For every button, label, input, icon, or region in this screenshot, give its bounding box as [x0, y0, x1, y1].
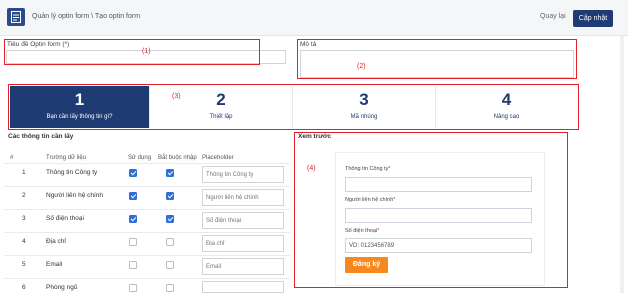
- row-divider: [4, 209, 290, 210]
- placeholder-input[interactable]: Địa chỉ: [202, 235, 284, 252]
- placeholder-input[interactable]: Số điện thoại: [202, 212, 284, 229]
- top-bar: Quản lý optin form \ Tạo optin form Quay…: [0, 0, 628, 36]
- placeholder-input[interactable]: Người liên hệ chính: [202, 189, 284, 206]
- row-field-name: Phòng ngủ: [46, 284, 78, 291]
- use-checkbox[interactable]: [129, 261, 137, 269]
- row-index: 5: [22, 261, 26, 268]
- required-checkbox[interactable]: [166, 284, 174, 292]
- annotation-label-2: (2): [357, 63, 366, 70]
- row-field-name: Thông tin Công ty: [46, 169, 98, 176]
- annotation-label-3: (3): [172, 93, 181, 100]
- required-checkbox[interactable]: [166, 192, 174, 200]
- annotation-box-1: [4, 39, 260, 65]
- placeholder-input[interactable]: [202, 281, 284, 293]
- use-checkbox[interactable]: [129, 192, 137, 200]
- update-button[interactable]: Cập nhật: [573, 10, 613, 27]
- annotation-label-4: (4): [307, 165, 316, 172]
- use-checkbox[interactable]: [129, 215, 137, 223]
- row-divider: [4, 186, 290, 187]
- use-checkbox[interactable]: [129, 284, 137, 292]
- row-index: 3: [22, 215, 26, 222]
- row-index: 1: [22, 169, 26, 176]
- info-section-title: Các thông tin cần lấy: [8, 133, 74, 140]
- row-index: 2: [22, 192, 26, 199]
- annotation-box-2: [297, 39, 577, 79]
- row-field-name: Email: [46, 261, 63, 268]
- row-field-name: Người liên hệ chính: [46, 192, 104, 199]
- column-header-required: Bắt buộc nhập: [158, 155, 197, 161]
- required-checkbox[interactable]: [166, 215, 174, 223]
- breadcrumb: Quản lý optin form \ Tạo optin form: [32, 13, 141, 20]
- required-checkbox[interactable]: [166, 169, 174, 177]
- annotation-box-3: [8, 84, 579, 130]
- column-header-use: Sử dụng: [128, 155, 152, 161]
- row-divider: [4, 163, 290, 164]
- form-app-icon: [7, 8, 25, 26]
- column-header-field: Trường dữ liệu: [46, 155, 87, 161]
- placeholder-input[interactable]: Email: [202, 258, 284, 275]
- row-index: 6: [22, 284, 26, 291]
- placeholder-input[interactable]: Thông tin Công ty: [202, 166, 284, 183]
- row-divider: [4, 278, 290, 279]
- row-field-name: Địa chỉ: [46, 238, 66, 245]
- column-header-index: #: [10, 155, 14, 161]
- scrollbar[interactable]: [620, 36, 624, 293]
- row-index: 4: [22, 238, 26, 245]
- use-checkbox[interactable]: [129, 169, 137, 177]
- row-divider: [4, 255, 290, 256]
- required-checkbox[interactable]: [166, 261, 174, 269]
- annotation-box-4: [294, 132, 568, 288]
- row-field-name: Số điện thoại: [46, 215, 84, 222]
- annotation-label-1: (1): [142, 48, 151, 55]
- use-checkbox[interactable]: [129, 238, 137, 246]
- row-divider: [4, 232, 290, 233]
- back-link[interactable]: Quay lại: [540, 13, 566, 20]
- column-header-placeholder: Placeholder: [202, 155, 234, 161]
- required-checkbox[interactable]: [166, 238, 174, 246]
